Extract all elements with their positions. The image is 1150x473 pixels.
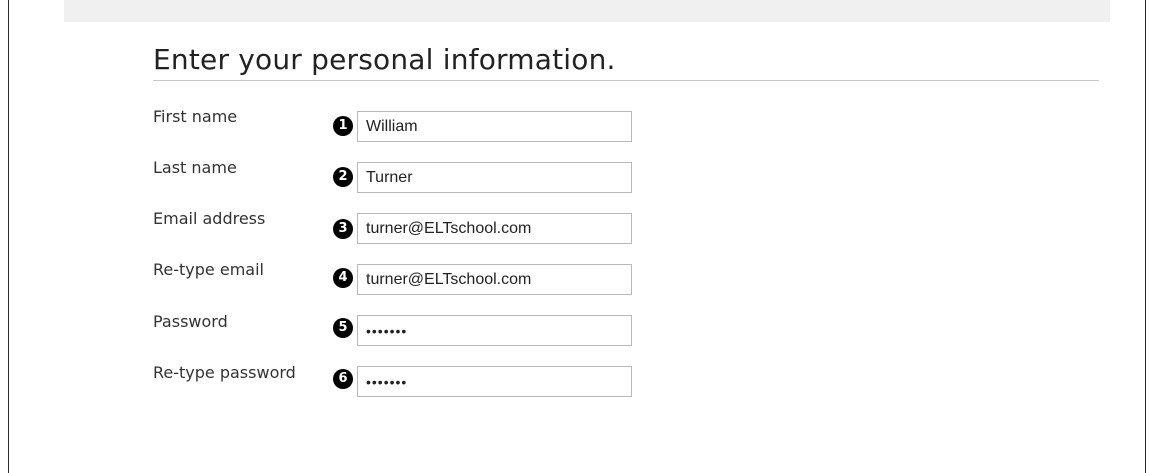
email-field[interactable] [357,213,632,244]
marker-3: 3 [333,219,353,239]
retype-password-field[interactable] [357,366,632,397]
marker-1: 1 [333,116,353,136]
first-name-label: First name [153,107,238,126]
marker-6: 6 [333,369,353,389]
page-title: Enter your personal information. [153,43,616,76]
password-field[interactable] [357,315,632,346]
retype-email-field[interactable] [357,264,632,295]
marker-2: 2 [333,167,353,187]
marker-5: 5 [333,318,353,338]
email-label: Email address [153,209,266,228]
marker-4: 4 [333,268,353,288]
last-name-label: Last name [153,158,237,177]
retype-email-label: Re-type email [153,260,264,279]
retype-password-label: Re-type password [153,363,296,382]
title-divider [153,80,1099,81]
password-label: Password [153,312,228,331]
last-name-field[interactable] [357,162,632,193]
top-band [64,0,1110,22]
first-name-field[interactable] [357,111,632,142]
